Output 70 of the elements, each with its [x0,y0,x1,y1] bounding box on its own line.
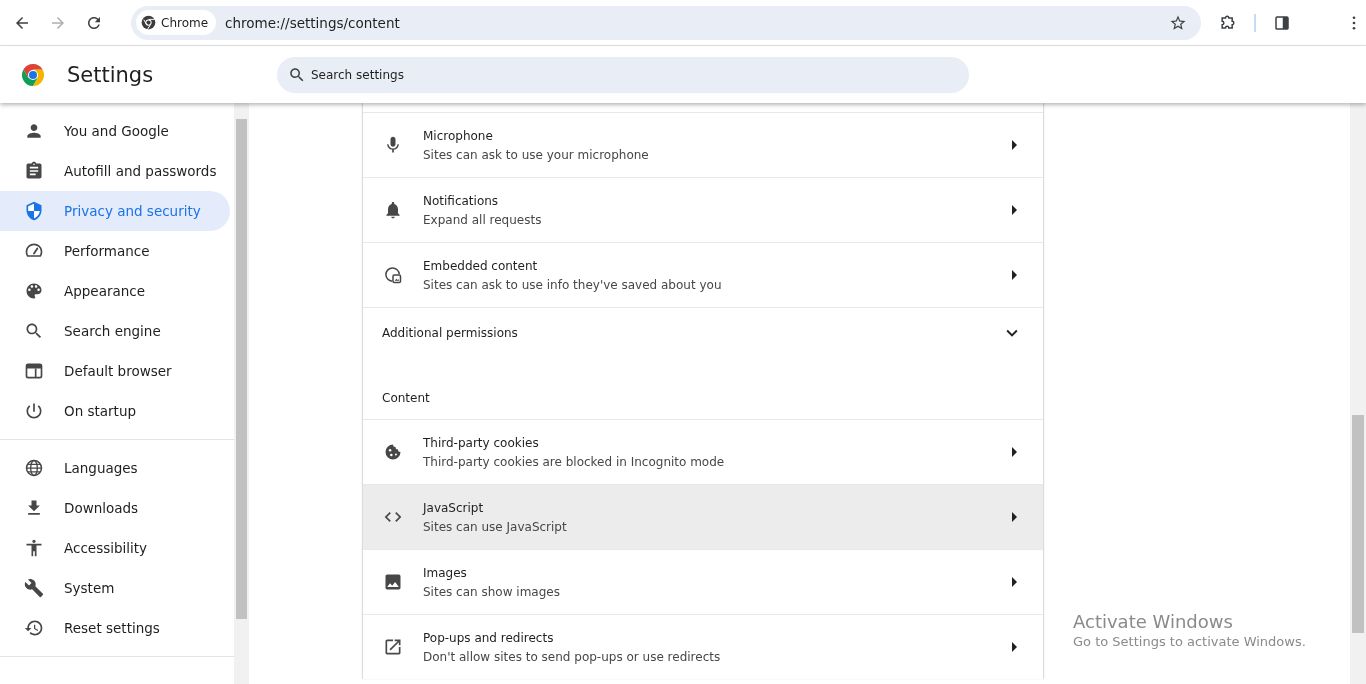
sidebar-item[interactable]: On startup [0,391,230,431]
row-description: Expand all requests [423,212,543,227]
embedded-content-icon [383,265,403,285]
site-chip[interactable]: Chrome [136,10,217,35]
sidebar-item[interactable]: Performance [0,231,230,271]
sidebar-item[interactable]: Default browser [0,351,230,391]
row-description: Sites can ask to use your microphone [423,147,650,162]
sidebar-item[interactable]: Reset settings [0,608,230,648]
row-title: Embedded content [423,258,539,273]
globe-icon [24,458,44,478]
side-panel-icon[interactable] [1273,13,1291,32]
scrollbar[interactable] [234,103,249,684]
settings-row[interactable]: Notifications Expand all requests [363,177,1043,242]
row-description: Sites can ask to use info they've saved about you [423,277,723,292]
arrow-right-icon [1012,642,1017,652]
image-icon [383,572,403,592]
row-title: Third-party cookies [423,435,540,450]
row-title: JavaScript [423,500,485,515]
sidebar-item[interactable]: Autofill and passwords [0,151,230,191]
row-description: Sites can use JavaScript [423,519,568,534]
row-description: Third-party cookies are blocked in Incognito mode [423,454,726,469]
sidebar-item[interactable]: Appearance [0,271,230,311]
sidebar-item[interactable]: Downloads [0,488,230,528]
section-heading: Content [382,390,430,405]
clipboard-icon [24,161,44,181]
bell-icon [383,200,403,220]
activation-text: Go to Settings to activate Windows. [1073,634,1306,649]
sidebar-item[interactable]: Accessibility [0,528,230,568]
shield-icon [24,201,44,221]
row-title: Microphone [423,128,494,143]
page-title: Settings [67,62,155,87]
search-icon [288,65,306,84]
accessibility-icon [24,538,44,558]
expander-row[interactable]: Additional permissions [363,307,1043,358]
history-icon [24,618,44,638]
row-description: Don't allow sites to send pop-ups or use redirects [423,649,722,664]
address-bar[interactable]: Chrome chrome://settings/content [131,5,1201,40]
arrow-right-icon [1012,270,1017,280]
settings-row[interactable]: JavaScript Sites can use JavaScript [363,484,1043,549]
activation-title: Activate Windows [1073,611,1234,632]
row-title: Pop-ups and redirects [423,630,555,645]
arrow-right-icon [1012,577,1017,587]
url-text: chrome://settings/content [225,14,401,31]
sidebar-item[interactable]: Privacy and security [0,191,230,231]
settings-row[interactable]: Images Sites can show images [363,549,1043,614]
row-title: Notifications [423,193,500,208]
palette-icon [24,281,44,301]
arrow-right-icon [1012,140,1017,150]
chrome-logo-icon [141,15,156,30]
arrow-right-icon [1012,205,1017,215]
arrow-right-icon [1012,512,1017,522]
row-description: Sites can show images [423,584,561,599]
chrome-logo-icon [21,62,45,87]
row-title: Images [423,565,468,580]
cookie-icon [383,442,403,462]
search-field[interactable]: Search settings [277,56,969,93]
sidebar-item[interactable]: Languages [0,448,230,488]
search-icon [24,321,44,341]
sidebar-item[interactable]: You and Google [0,111,230,151]
power-icon [24,401,44,421]
open-in-new-icon [383,637,403,657]
settings-row[interactable]: Embedded content Sites can ask to use info they've saved about you [363,242,1043,307]
wrench-icon [24,578,44,598]
scrollbar[interactable] [1350,103,1366,684]
settings-row[interactable]: Microphone Sites can ask to use your microphone [363,112,1043,177]
arrow-right-icon [1012,447,1017,457]
sidebar-item[interactable]: System [0,568,230,608]
browser-window-icon [24,361,44,381]
sidebar-item[interactable]: Search engine [0,311,230,351]
settings-row[interactable]: Pop-ups and redirects Don't allow sites to send pop-ups or use redirects [363,614,1043,679]
